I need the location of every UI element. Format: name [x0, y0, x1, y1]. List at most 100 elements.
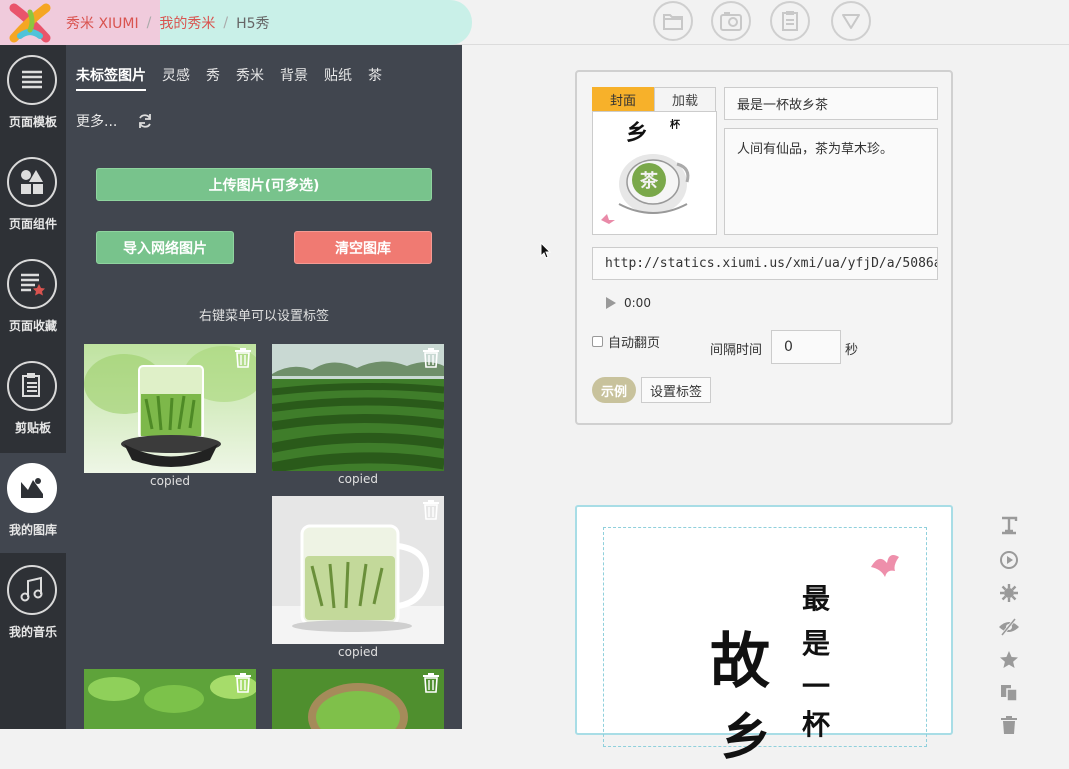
refresh-icon[interactable] — [137, 113, 153, 129]
mouse-cursor-icon — [540, 242, 552, 259]
sidebar-item-clipboard[interactable]: 剪贴板 — [0, 351, 66, 451]
play-tool-button[interactable] — [996, 547, 1022, 573]
auto-flip-label: 自动翻页 — [608, 336, 661, 351]
text-tool-button[interactable] — [996, 512, 1022, 538]
breadcrumb-current: H5秀 — [236, 15, 270, 32]
folder-button[interactable] — [653, 1, 693, 41]
camera-icon — [720, 12, 742, 31]
audio-player: 0:00 — [605, 296, 651, 310]
tag-tea[interactable]: 茶 — [368, 65, 382, 91]
music-icon — [7, 565, 57, 615]
interval-label: 间隔时间 — [710, 343, 763, 358]
sidebar-item-label: 我的图库 — [8, 523, 57, 537]
delete-tool-button[interactable] — [996, 712, 1022, 738]
tea-cup-image — [272, 496, 444, 644]
upload-images-button[interactable]: 上传图片(可多选) — [96, 168, 432, 201]
import-web-image-button[interactable]: 导入网络图片 — [96, 231, 234, 264]
tab-load[interactable]: 加载 — [654, 87, 716, 111]
preview-big-char: 乡 — [721, 707, 771, 766]
dropdown-button[interactable] — [831, 1, 871, 41]
tag-sticker[interactable]: 贴纸 — [324, 65, 352, 91]
hide-tool-button[interactable] — [996, 614, 1022, 640]
tab-cover[interactable]: 封面 — [592, 87, 654, 111]
set-tags-button[interactable]: 设置标签 — [641, 377, 711, 403]
preview-small-char: 一 — [802, 670, 831, 703]
tea-cover-illustration: 茶 乡 杯 — [593, 112, 716, 234]
example-button[interactable]: 示例 — [592, 377, 636, 403]
library-image[interactable] — [272, 344, 444, 471]
library-image[interactable] — [272, 496, 444, 644]
sidebar-item-favorites[interactable]: 页面收藏 — [0, 249, 66, 349]
preview-small-char: 是 — [802, 627, 831, 660]
copied-label: copied — [150, 474, 190, 488]
tea-plantation-image — [272, 344, 444, 471]
preview-small-char: 杯 — [802, 708, 831, 741]
flower-icon — [871, 555, 899, 577]
cover-image[interactable]: 茶 乡 杯 — [592, 111, 717, 235]
delete-trash-icon[interactable] — [234, 348, 252, 368]
sidebar-item-label: 我的音乐 — [8, 625, 57, 639]
play-circle-icon — [1000, 551, 1018, 569]
audio-time: 0:00 — [624, 296, 651, 310]
audio-url-input[interactable]: http://statics.xiumi.us/xmi/ua/yfjD/a/50… — [592, 247, 938, 280]
play-icon[interactable] — [605, 296, 617, 310]
description-textarea[interactable]: 人间有仙品，茶为草木珍。 — [724, 128, 938, 235]
clear-library-button[interactable]: 清空图库 — [294, 231, 432, 264]
cover-top-char: 乡 — [626, 120, 648, 146]
eye-slash-icon — [999, 618, 1019, 636]
auto-flip-row: 自动翻页 — [592, 332, 660, 351]
sidebar-item-components[interactable]: 页面组件 — [0, 147, 66, 247]
clipboard-icon — [7, 361, 57, 411]
cover-small-char: 杯 — [670, 118, 681, 131]
sidebar-item-label: 剪贴板 — [14, 421, 51, 435]
sidebar-item-label: 页面组件 — [8, 217, 57, 231]
camera-button[interactable] — [711, 1, 751, 41]
tag-hint-text: 右键菜单可以设置标签 — [198, 309, 329, 324]
xiumi-logo-icon[interactable] — [6, 2, 54, 44]
more-tags-link[interactable]: 更多... — [76, 111, 117, 131]
breadcrumb-separator: / — [146, 14, 152, 31]
library-image[interactable] — [84, 669, 256, 729]
breadcrumb-my-xiumi[interactable]: 我的秀米 — [159, 13, 215, 33]
copied-label: copied — [338, 472, 378, 486]
delete-trash-icon[interactable] — [422, 348, 440, 368]
left-sidebar: 页面模板 页面组件 页面收藏 剪贴板 我的图库 我的音乐 — [0, 45, 66, 729]
interval-input[interactable]: 0 — [771, 330, 841, 364]
tag-background[interactable]: 背景 — [280, 65, 308, 91]
image-library-panel: 未标签图片 灵感 秀 秀米 背景 贴纸 茶 更多... 上传图片(可多选) 导入… — [66, 45, 462, 729]
favorite-tool-button[interactable] — [996, 647, 1022, 673]
delete-trash-icon[interactable] — [234, 673, 252, 693]
clipboard-button[interactable] — [770, 1, 810, 41]
library-image[interactable] — [84, 344, 256, 473]
preview-big-char: 故 — [710, 627, 770, 697]
tag-inspiration[interactable]: 灵感 — [162, 65, 190, 91]
preview-small-char: 最 — [802, 582, 831, 615]
title-input[interactable]: 最是一杯故乡茶 — [724, 87, 938, 120]
sidebar-item-music[interactable]: 我的音乐 — [0, 555, 66, 655]
gear-icon — [1000, 584, 1018, 602]
tag-show[interactable]: 秀 — [206, 65, 220, 91]
tea-leaves-image — [84, 669, 256, 729]
sidebar-item-templates[interactable]: 页面模板 — [0, 45, 66, 145]
page-preview[interactable]: 故 乡 最 是 一 杯 — [575, 505, 953, 766]
seconds-label: 秒 — [845, 343, 859, 358]
tag-untagged[interactable]: 未标签图片 — [76, 65, 146, 91]
effect-tool-button[interactable] — [996, 580, 1022, 606]
delete-trash-icon[interactable] — [422, 673, 440, 693]
template-icon — [7, 55, 57, 105]
tea-glass-image — [84, 344, 256, 473]
gallery-icon — [7, 463, 57, 513]
library-image[interactable] — [272, 669, 444, 729]
auto-flip-checkbox[interactable] — [592, 336, 603, 347]
delete-trash-icon[interactable] — [422, 500, 440, 520]
copy-icon — [1001, 685, 1018, 702]
dropdown-icon — [842, 14, 860, 29]
folder-icon — [663, 14, 683, 30]
sidebar-item-gallery[interactable]: 我的图库 — [0, 453, 66, 553]
top-bar: 秀米 XIUMI / 我的秀米 / H5秀 — [0, 0, 1069, 45]
tag-xiumi[interactable]: 秀米 — [236, 65, 264, 91]
sidebar-item-label: 页面模板 — [8, 115, 57, 129]
breadcrumb-brand[interactable]: 秀米 XIUMI — [66, 13, 139, 33]
components-icon — [7, 157, 57, 207]
copy-tool-button[interactable] — [996, 680, 1022, 706]
